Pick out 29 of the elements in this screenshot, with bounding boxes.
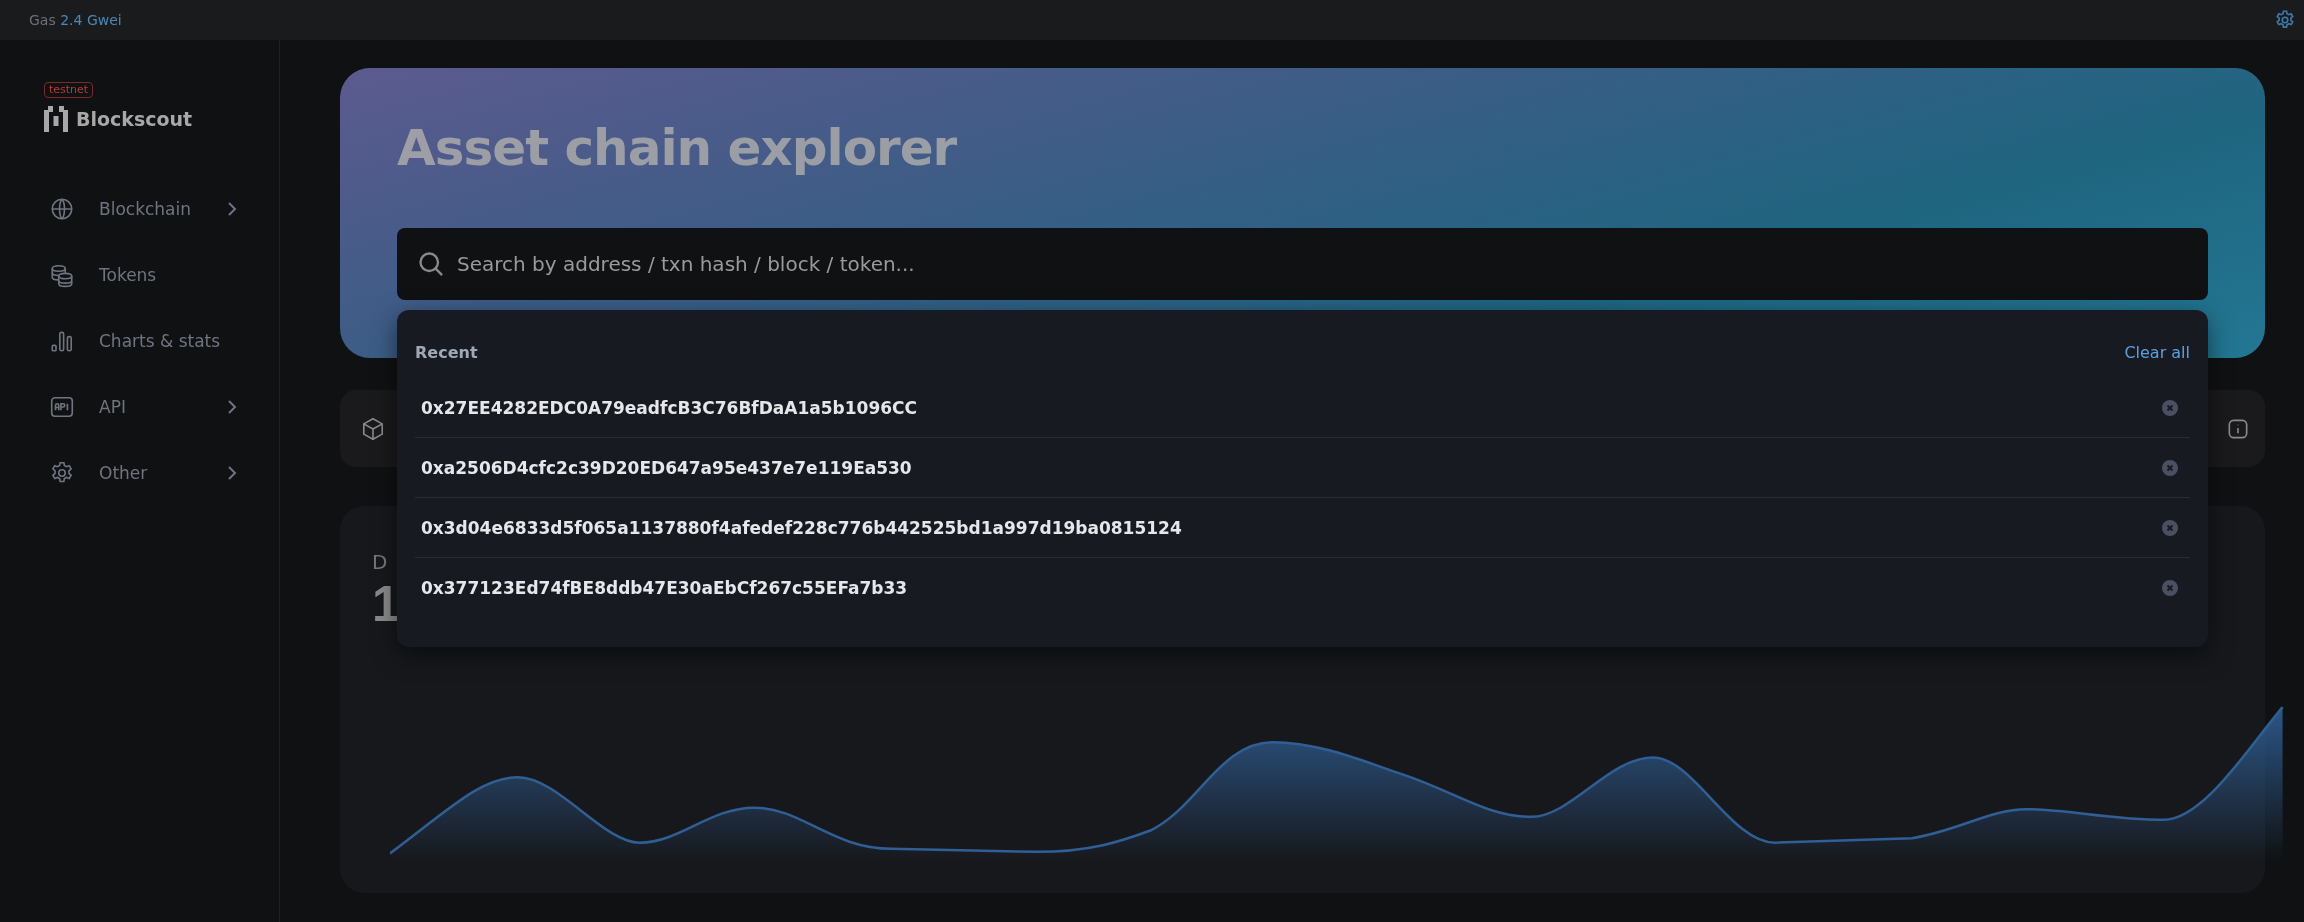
recent-address[interactable]: 0x377123Ed74fBE8ddb47E30aEbCf267c55EFa7b33 [421, 577, 908, 598]
search-icon [417, 250, 445, 278]
api-icon [49, 394, 75, 420]
stat-value: 1 [372, 575, 400, 634]
nav-item[interactable]: Blockchain [44, 184, 240, 234]
nav-item[interactable]: Other [44, 448, 240, 498]
search-field[interactable]: Search by address / txn hash / block / token... [397, 228, 2208, 300]
nav-item[interactable]: Charts & stats [44, 316, 240, 366]
clear-icon[interactable] [2162, 579, 2178, 596]
nav-item[interactable]: API [44, 382, 240, 432]
nav-item[interactable]: Tokens [44, 250, 240, 300]
page-title: Asset chain explorer [397, 118, 958, 179]
globe-icon [49, 196, 75, 222]
cube-icon [360, 415, 386, 442]
recent-address[interactable]: 0xa2506D4cfc2c39D20ED647a95e437e7e119Ea530 [421, 457, 912, 478]
recent-heading: Recent [415, 342, 478, 362]
logo-icon [44, 106, 68, 132]
network-badge: testnet [44, 82, 94, 98]
gas-price: Gas 2.4 Gwei [29, 12, 122, 28]
clear-all-link[interactable]: Clear all [2124, 342, 2190, 362]
clear-icon[interactable] [2162, 459, 2178, 476]
clear-icon[interactable] [2162, 399, 2178, 416]
logo-text[interactable]: Blockscout [76, 108, 193, 130]
clear-icon[interactable] [2162, 519, 2178, 536]
stat-title: D [372, 550, 388, 574]
recent-address[interactable]: 0x27EE4282EDC0A79eadfcB3C76BfDaA1a5b1096CC [421, 397, 918, 418]
settings-icon[interactable] [2274, 9, 2296, 31]
coins-icon [49, 262, 75, 288]
recent-address[interactable]: 0x3d04e6833d5f065a1137880f4afedef228c776b442525bd1a997d19ba0815124 [421, 517, 1182, 538]
